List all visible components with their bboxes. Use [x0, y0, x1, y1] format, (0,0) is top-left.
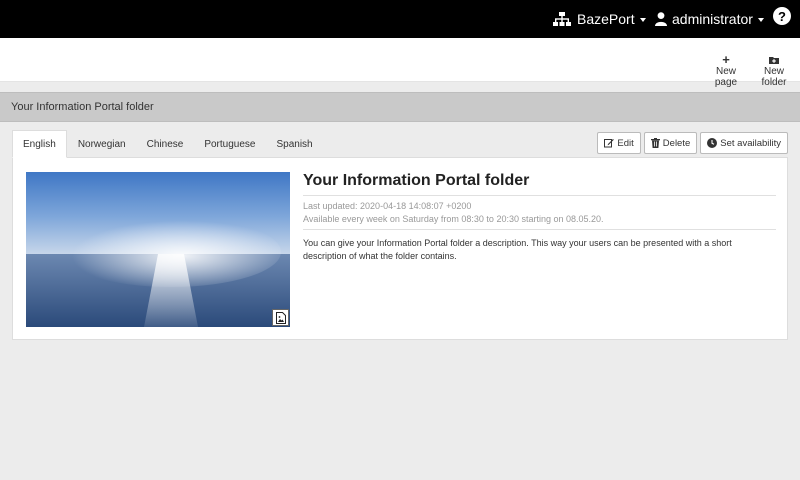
language-tabs: English Norwegian Chinese Portuguese Spa…: [12, 130, 324, 158]
folder-title: Your Information Portal folder: [303, 172, 776, 196]
sea-image: [26, 172, 290, 327]
tab-spanish[interactable]: Spanish: [266, 130, 322, 158]
folder-meta: Last updated: 2020-04-18 14:08:07 +0200 …: [303, 196, 776, 230]
site-name: BazePort: [577, 11, 635, 27]
user-icon: [655, 12, 667, 26]
folder-content: Your Information Portal folder Last upda…: [303, 172, 776, 263]
caret-down-icon: [639, 18, 646, 22]
change-image-button[interactable]: [272, 309, 289, 326]
folder-plus-icon: [751, 54, 797, 66]
folder-image: [26, 172, 290, 327]
site-menu[interactable]: BazePort: [553, 0, 646, 38]
folder-panel: Your Information Portal folder Last upda…: [12, 157, 788, 340]
new-page-button[interactable]: + New page: [704, 52, 748, 88]
tab-chinese[interactable]: Chinese: [137, 130, 194, 158]
tab-norwegian[interactable]: Norwegian: [68, 130, 136, 158]
folder-actions: Edit Delete Set availability: [597, 132, 788, 154]
new-folder-button[interactable]: New folder: [751, 54, 797, 88]
sitemap-icon: [553, 12, 571, 26]
edit-button[interactable]: Edit: [597, 132, 641, 154]
last-updated: Last updated: 2020-04-18 14:08:07 +0200: [303, 201, 472, 211]
help-icon[interactable]: ?: [773, 7, 791, 25]
tab-english[interactable]: English: [12, 130, 67, 158]
top-navbar: BazePort administrator ?: [0, 0, 800, 38]
delete-label: Delete: [662, 137, 691, 149]
set-availability-label: Set availability: [720, 137, 781, 149]
edit-label: Edit: [617, 137, 634, 149]
delete-button[interactable]: Delete: [643, 132, 698, 154]
folder-card: English Norwegian Chinese Portuguese Spa…: [12, 130, 788, 340]
set-availability-button[interactable]: Set availability: [700, 132, 788, 154]
image-file-icon: [275, 311, 286, 324]
new-folder-label: New folder: [761, 66, 787, 88]
plus-icon: +: [722, 52, 730, 67]
folder-header: Your Information Portal folder: [0, 92, 800, 122]
user-menu[interactable]: administrator: [655, 0, 764, 38]
caret-down-icon: [757, 18, 764, 22]
new-page-label: New page: [714, 66, 738, 88]
trash-icon: [650, 138, 660, 148]
availability-text: Available every week on Saturday from 08…: [303, 214, 604, 224]
folder-header-title: Your Information Portal folder: [11, 101, 154, 113]
user-name: administrator: [672, 11, 753, 27]
tab-portuguese[interactable]: Portuguese: [194, 130, 265, 158]
edit-icon: [604, 139, 615, 148]
action-bar: + New page New folder: [0, 38, 800, 88]
folder-description: You can give your Information Portal fol…: [303, 238, 732, 261]
clock-icon: [707, 138, 718, 148]
